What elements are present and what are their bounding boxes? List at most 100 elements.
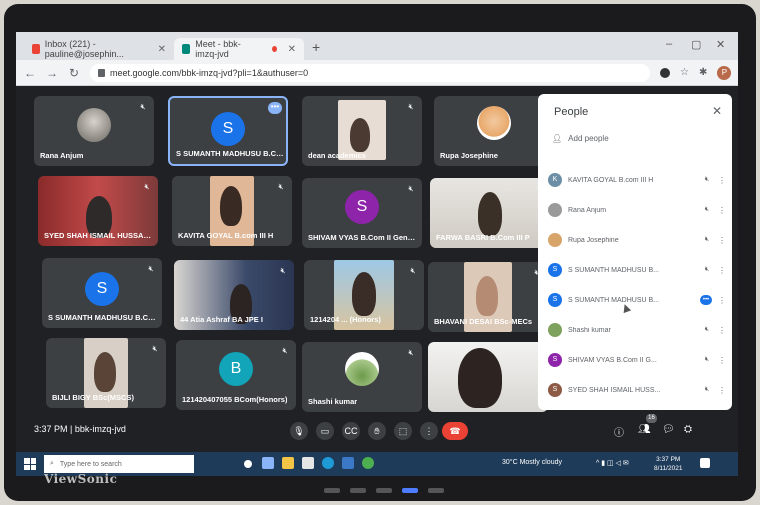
people-list-item[interactable]: S SHIVAM VYAS B.Com II G... 🔇︎ ⋮ [548, 350, 726, 370]
people-list-item[interactable]: Shashi kumar 🔇︎ ⋮ [548, 320, 726, 340]
people-list-item[interactable]: S S SUMANTH MADHUSU B... ••• ⋮ [548, 290, 726, 310]
participant-tile[interactable]: 🔇︎ SYED SHAH ISMAIL HUSSAIN... [38, 176, 158, 246]
meet-icon [182, 44, 191, 54]
participant-tile[interactable]: 🔇︎ Rupa Josephine [434, 96, 554, 166]
system-tray-icons[interactable]: ^ ▮ ◫ ◁ ✉ [596, 459, 629, 467]
participant-name: Rana Anjum [40, 151, 84, 160]
people-icon[interactable]: 👥︎ [638, 424, 651, 435]
task-view-icon[interactable] [262, 457, 274, 469]
people-list-item[interactable]: K KAVITA GOYAL B.com III H 🔇︎ ⋮ [548, 170, 726, 190]
activities-icon[interactable]: ⛭ [684, 424, 692, 435]
minimize-icon[interactable]: – [666, 38, 672, 50]
puzzle-icon[interactable]: ✱ [699, 67, 707, 78]
mic-toggle-button[interactable]: 🎙︎ [290, 422, 308, 440]
participant-tile[interactable]: 🔇︎ BHAVANI DESAI BSc-MECs [428, 262, 548, 332]
info-icon[interactable]: ⓘ [614, 424, 624, 439]
url-text: meet.google.com/bbk-imzq-jvd?pli=1&authu… [110, 67, 309, 78]
monitor-button[interactable] [350, 488, 366, 493]
participant-name: BHAVANI DESAI BSc-MECs [434, 317, 533, 326]
extension-icon[interactable] [660, 67, 670, 78]
mic-off-icon: 🔇︎ [278, 182, 284, 191]
participant-tile[interactable] [428, 342, 548, 412]
windows-start-icon[interactable] [24, 458, 36, 470]
participant-tile[interactable]: 🔇︎ Shashi kumar [302, 342, 422, 412]
chrome-icon[interactable] [362, 457, 374, 469]
mic-off-icon: 🔇︎ [148, 264, 154, 273]
mic-off-icon: 🔇︎ [704, 266, 710, 273]
participant-tile[interactable]: 🔇︎ 1214204 ... (Honors) [304, 260, 424, 330]
mic-off-icon: 🔇︎ [704, 206, 710, 213]
people-list-item[interactable]: S SYED SHAH ISMAIL HUSS... 🔇︎ ⋮ [548, 380, 726, 400]
power-button[interactable] [402, 488, 418, 493]
participant-tile[interactable]: 🔇︎ FARWA BASRI B.Com III P [430, 178, 550, 248]
more-options-icon[interactable]: ⋮ [718, 206, 726, 215]
more-options-icon[interactable]: ⋮ [718, 176, 726, 185]
close-icon[interactable]: ✕ [712, 104, 722, 118]
person-image [478, 192, 502, 236]
store-icon[interactable] [302, 457, 314, 469]
profile-avatar[interactable]: P [717, 65, 732, 80]
close-icon[interactable]: ✕ [158, 44, 166, 55]
participant-tile[interactable]: 🔇︎ 44 Atia Ashraf BA JPE I [174, 260, 294, 330]
camera-toggle-button[interactable]: ▭ [316, 422, 334, 440]
mail-icon[interactable] [342, 457, 354, 469]
browser-toolbar: ← → ↻ meet.google.com/bbk-imzq-jvd?pli=1… [16, 60, 738, 86]
more-options-button[interactable]: ⋮ [420, 422, 438, 440]
lock-icon [98, 68, 105, 77]
window-close-icon[interactable]: ✕ [716, 38, 725, 51]
taskbar-clock[interactable]: 3:37 PM 8/11/2021 [654, 455, 682, 473]
weather-widget[interactable]: 30°C Mostly cloudy [502, 459, 562, 466]
present-button[interactable]: ⬚ [394, 422, 412, 440]
raise-hand-button[interactable]: ✋︎ [368, 422, 386, 440]
tab-gmail[interactable]: Inbox (221) - pauline@josephin... ✕ [24, 38, 174, 60]
chat-icon[interactable]: 💬︎ [662, 424, 675, 435]
monitor-button[interactable] [324, 488, 340, 493]
file-explorer-icon[interactable] [282, 457, 294, 469]
close-icon[interactable]: ✕ [288, 44, 296, 55]
person-image [220, 186, 242, 226]
avatar: S [548, 293, 562, 307]
more-options-icon[interactable]: ••• [268, 102, 282, 114]
reload-icon[interactable]: ↻ [68, 66, 80, 80]
back-icon[interactable]: ← [24, 66, 36, 80]
tab-meet[interactable]: Meet - bbk-imzq-jvd ✕ [174, 38, 304, 60]
person-image [458, 348, 502, 408]
edge-icon[interactable] [322, 457, 334, 469]
participant-tile[interactable]: 🔇︎ BIJLI BIGY BSc(MSCS) [46, 338, 166, 408]
maximize-icon[interactable]: ▢ [691, 38, 701, 51]
participant-tile[interactable]: 🔇︎ dean academics [302, 96, 422, 166]
participant-tile[interactable]: B 🔇︎ 121420407055 BCom(Honors) [176, 340, 296, 410]
more-options-icon[interactable]: ⋮ [718, 296, 726, 305]
monitor-button[interactable] [376, 488, 392, 493]
participant-tile[interactable]: 🔇︎ Rana Anjum [34, 96, 154, 166]
star-icon[interactable]: ☆ [680, 67, 689, 78]
people-list-item[interactable]: Rana Anjum 🔇︎ ⋮ [548, 200, 726, 220]
more-options-icon[interactable]: ⋮ [718, 236, 726, 245]
address-bar[interactable]: meet.google.com/bbk-imzq-jvd?pli=1&authu… [90, 63, 650, 82]
new-tab-button[interactable]: + [312, 39, 320, 55]
participant-name: 121420407055 BCom(Honors) [182, 395, 288, 404]
more-options-icon[interactable]: ⋮ [718, 326, 726, 335]
monitor-button[interactable] [428, 488, 444, 493]
add-people-label: Add people [568, 134, 609, 143]
notification-icon[interactable] [700, 458, 710, 468]
person-name: S SUMANTH MADHUSU B... [568, 296, 660, 304]
cortana-icon[interactable] [244, 460, 252, 468]
more-options-icon[interactable]: ⋮ [718, 266, 726, 275]
participant-tile[interactable]: 🔇︎ KAVITA GOYAL B.com III H [172, 176, 292, 246]
add-people-button[interactable]: 👤︎ Add people [552, 134, 609, 143]
participant-tile[interactable]: S 🔇︎ S SUMANTH MADHUSU B.Co... [42, 258, 162, 328]
person-image [476, 276, 498, 316]
taskbar-search-input[interactable]: ⌕ Type here to search [44, 455, 194, 473]
avatar: S [211, 112, 245, 146]
more-options-icon[interactable]: ⋮ [718, 386, 726, 395]
participant-tile[interactable]: S ••• S SUMANTH MADHUSU B.Co... [168, 96, 288, 166]
people-list-item[interactable]: S S SUMANTH MADHUSU B... 🔇︎ ⋮ [548, 260, 726, 280]
captions-button[interactable]: CC [342, 422, 360, 440]
forward-icon[interactable]: → [46, 66, 58, 80]
people-list-item[interactable]: Rupa Josephine 🔇︎ ⋮ [548, 230, 726, 250]
end-call-button[interactable]: ☎︎ [442, 422, 468, 440]
more-options-icon[interactable]: ⋮ [718, 356, 726, 365]
participant-tile[interactable]: S 🔇︎ SHIVAM VYAS B.Com II General [302, 178, 422, 248]
mic-off-icon: 🔇︎ [282, 346, 288, 355]
